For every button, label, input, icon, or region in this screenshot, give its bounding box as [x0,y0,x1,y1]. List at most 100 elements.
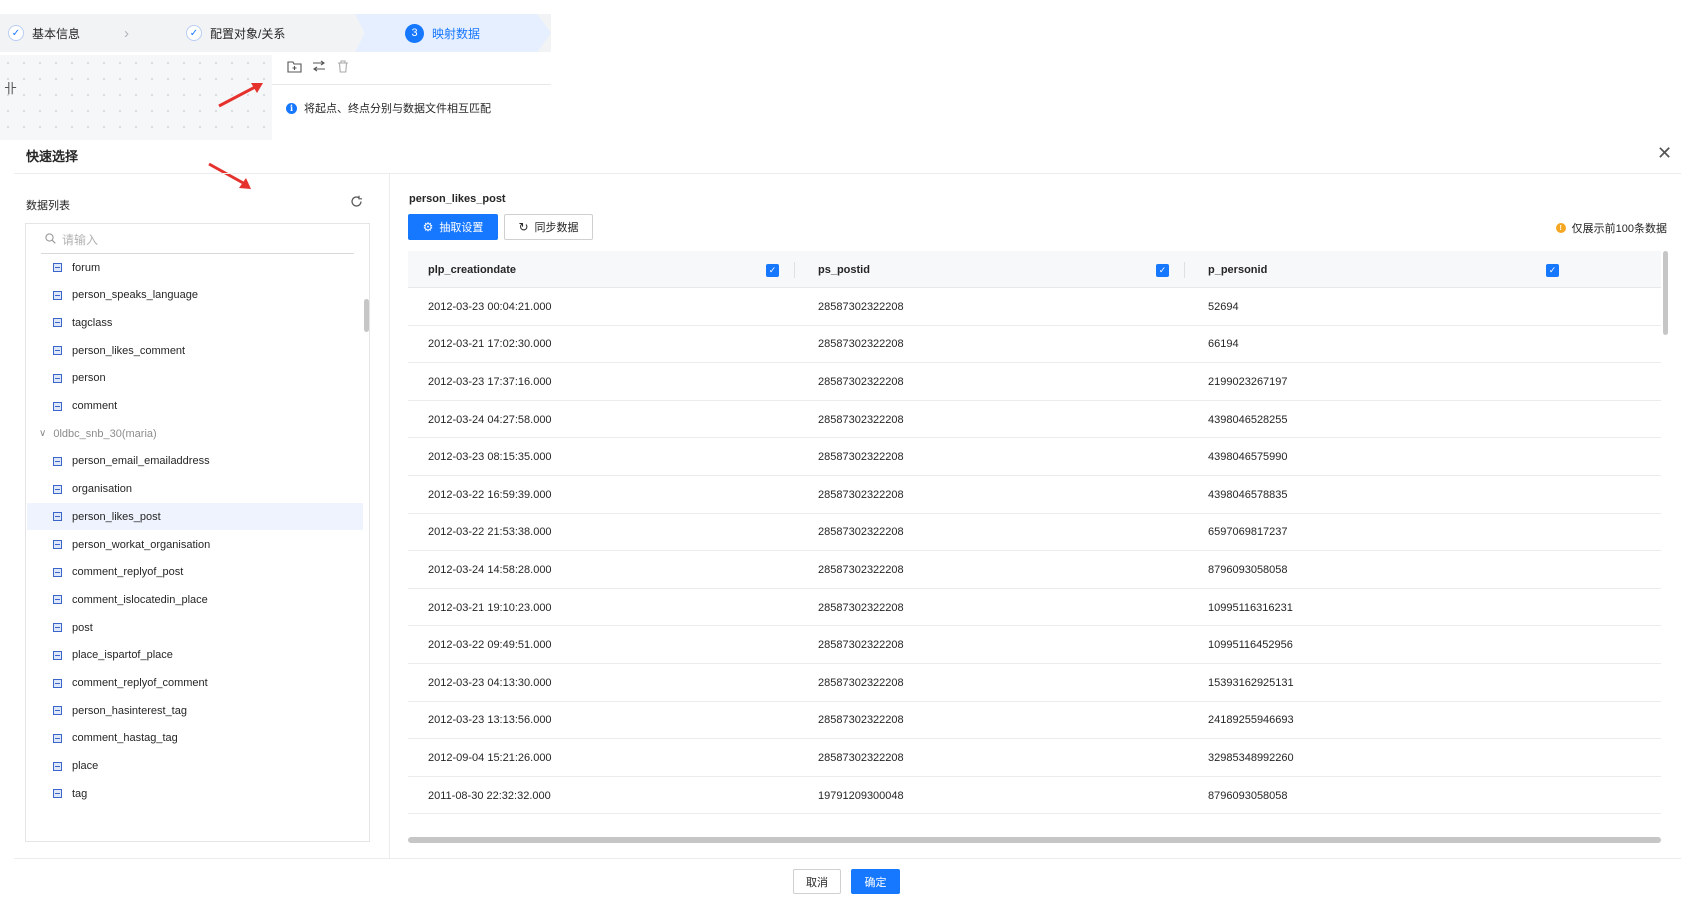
tree-item[interactable]: person_email_emailaddress [27,448,363,475]
table-cell: 28587302322208 [818,413,904,426]
mapping-hint: i 将起点、终点分别与数据文件相互匹配 [286,100,491,116]
data-grid[interactable]: plp_creationdate ✓ ps_postid ✓ p_personi… [408,251,1661,842]
add-folder-icon[interactable] [287,60,302,76]
grid-horizontal-scrollbar[interactable] [408,837,1661,843]
cancel-button[interactable]: 取消 [793,869,841,894]
tree-item-label: forum [72,261,101,274]
tree-item-label: comment_hastag_tag [72,732,178,745]
tree-item-label: 0ldbc_snb_30(maria) [53,427,157,440]
search-box[interactable] [41,227,354,254]
swap-icon[interactable] [312,60,326,76]
table-cell: 8796093058058 [1208,563,1288,576]
table-icon [53,401,62,411]
tree-item[interactable]: comment_hastag_tag [27,725,363,752]
tree-item[interactable]: person [27,365,363,392]
table-cell: 2012-03-24 04:27:58.000 [428,413,552,426]
table-cell: 10995116316231 [1208,601,1293,614]
tree-scrollbar[interactable] [364,299,369,332]
tree-item[interactable]: comment_islocatedin_place [27,586,363,613]
table-row: 2012-03-21 17:02:30.000 28587302322208 661… [408,326,1661,364]
tree-item-label: place [72,760,99,773]
table-cell: 2012-03-22 21:53:38.000 [428,526,552,539]
step-mapping-data[interactable]: 3 映射数据 [355,14,551,52]
tree-item[interactable]: person_likes_comment [27,337,363,364]
tree-item[interactable]: tag [27,780,363,807]
table-cell: 28587302322208 [818,639,904,652]
table-cell: 4398046528255 [1208,413,1288,426]
sync-icon: ↻ [518,220,529,234]
table-icon [53,733,62,743]
hint-text: 将起点、终点分别与数据文件相互匹配 [304,103,491,115]
tree-item-label: comment_islocatedin_place [72,593,208,606]
table-row: 2012-03-23 00:04:21.000 28587302322208 526… [408,288,1661,326]
tree-item-label: person_email_emailaddress [72,455,210,468]
step-config-objects[interactable]: ✓ 配置对象/关系 [186,14,285,52]
canvas-node-icon: 卝 [4,81,18,96]
selected-table-name: person_likes_post [409,193,506,205]
column-checkbox[interactable]: ✓ [1156,264,1169,277]
tree-item[interactable]: comment [27,393,363,420]
refresh-icon[interactable] [350,195,363,211]
table-cell: 2012-03-23 04:13:30.000 [428,676,552,689]
table-cell: 28587302322208 [818,526,904,539]
column-header-label: plp_creationdate [428,263,517,276]
step-basic-info[interactable]: ✓ 基本信息 [8,14,80,52]
tree-item-label: person [72,372,106,385]
table-cell: 28587302322208 [818,375,904,388]
table-icon [53,706,62,716]
table-cell: 15393162925131 [1208,676,1294,689]
tree-item[interactable]: tagclass [27,309,363,336]
sync-data-button[interactable]: ↻ 同步数据 [504,214,593,240]
table-icon [53,512,62,522]
preview-notice: ! 仅展示前100条数据 [1555,220,1667,236]
chevron-down-icon[interactable]: ∨ [39,428,46,439]
table-cell: 8796093058058 [1208,789,1288,802]
tree-item[interactable]: comment_replyof_post [27,559,363,586]
table-cell: 28587302322208 [818,300,904,313]
tree-item[interactable]: person_hasinterest_tag [27,697,363,724]
step-bar: ✓ 基本信息 › ✓ 配置对象/关系 3 映射数据 [0,14,551,52]
check-icon: ✓ [186,25,202,41]
data-list-label: 数据列表 [26,200,70,212]
tree-item[interactable]: post [27,614,363,641]
tree-item[interactable]: person_likes_post [27,503,363,531]
tree-item-label: post [72,621,93,634]
table-cell: 66194 [1208,338,1239,351]
tree-item[interactable]: person_speaks_language [27,282,363,309]
search-input[interactable] [62,233,332,247]
column-header-label: p_personid [1208,263,1268,276]
column-checkbox[interactable]: ✓ [766,264,779,277]
search-icon [45,233,56,247]
table-cell: 28587302322208 [818,488,904,501]
tree-item[interactable]: place_ispartof_place [27,642,363,669]
tree-item[interactable]: person_workat_organisation [27,531,363,558]
tree-item[interactable]: forum [27,254,363,281]
table-cell: 28587302322208 [818,714,904,727]
table-row: 2012-03-23 13:13:56.000 28587302322208 241… [408,702,1661,740]
tree-item-label: person_speaks_language [72,289,198,302]
table-icon [53,540,62,549]
grid-header: plp_creationdate ✓ ps_postid ✓ p_personi… [408,251,1661,288]
tree-item[interactable]: comment_replyof_comment [27,670,363,697]
drawer-title: 快速选择 [26,149,79,164]
extract-settings-button[interactable]: ⚙ 抽取设置 [408,214,498,240]
tree-item[interactable]: place [27,753,363,780]
toolbar-divider [272,84,551,85]
close-icon[interactable]: ✕ [1657,144,1672,162]
info-icon: i [286,102,297,114]
table-icon [53,789,62,799]
preview-notice-text: 仅展示前100条数据 [1571,223,1667,235]
table-cell: 2012-03-22 09:49:51.000 [428,639,552,652]
trash-icon[interactable] [337,60,349,76]
grid-vertical-scrollbar[interactable] [1663,251,1668,335]
table-icon [53,373,62,383]
table-cell: 32985348992260 [1208,751,1294,764]
tree-group[interactable]: ∨ 0ldbc_snb_30(maria) [27,420,363,447]
data-tree[interactable]: forum person_speaks_language tagclass perso… [25,223,370,842]
tree-item[interactable]: organisation [27,476,363,503]
confirm-button[interactable]: 确定 [851,869,900,894]
tree-item-label: person_likes_comment [72,344,186,357]
column-checkbox[interactable]: ✓ [1546,264,1559,277]
table-icon [53,678,62,688]
table-cell: 2012-09-04 15:21:26.000 [428,751,552,764]
